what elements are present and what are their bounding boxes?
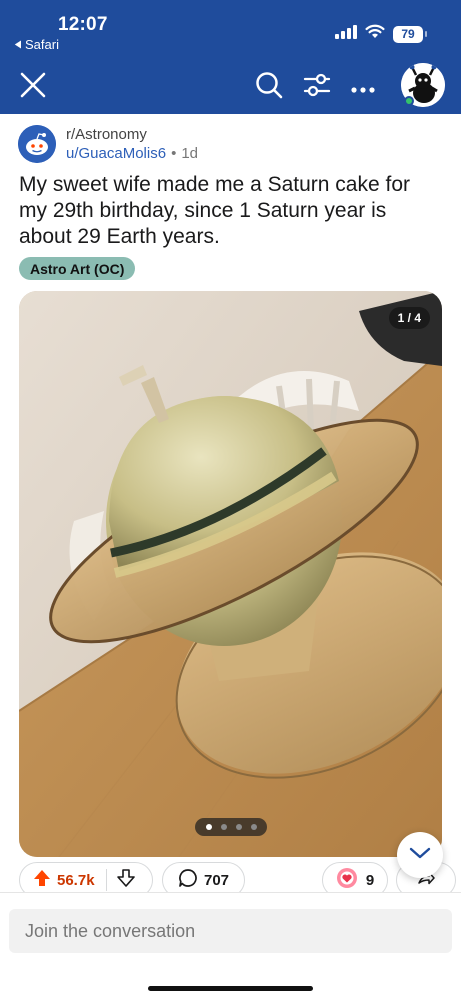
post-meta: u/GuacaMolis6 • 1d xyxy=(66,145,198,162)
back-triangle-icon xyxy=(14,37,22,52)
downvote-arrow-icon xyxy=(116,869,135,891)
carousel-dot[interactable] xyxy=(205,824,212,830)
upvote-count: 56.7k xyxy=(57,871,95,889)
signal-icon xyxy=(335,24,357,44)
post-flair[interactable]: Astro Art (OC) xyxy=(19,257,136,280)
search-button[interactable] xyxy=(252,70,286,104)
vote-divider xyxy=(105,869,107,891)
subreddit-link[interactable]: r/Astronomy xyxy=(66,126,147,143)
close-button[interactable] xyxy=(16,70,50,104)
carousel-dot[interactable] xyxy=(235,824,242,830)
app-header: 12:07 Safari 79 xyxy=(0,0,461,114)
carousel-dot[interactable] xyxy=(220,824,227,830)
status-time: 12:07 xyxy=(58,14,108,35)
post-image-carousel[interactable]: 1 / 4 xyxy=(19,291,442,857)
wifi-icon xyxy=(365,24,385,44)
filter-button[interactable] xyxy=(300,70,334,104)
award-count: 9 xyxy=(365,871,375,889)
collapse-button[interactable] xyxy=(397,832,443,878)
more-options-button[interactable] xyxy=(346,72,380,106)
comment-composer-bar: Join the conversation xyxy=(0,892,461,1000)
downvote-button[interactable] xyxy=(116,869,135,891)
back-label: Safari xyxy=(25,37,59,52)
online-status-dot xyxy=(404,96,414,106)
author-link[interactable]: u/GuacaMolis6 xyxy=(66,145,166,162)
home-indicator[interactable] xyxy=(148,986,313,991)
carousel-dot[interactable] xyxy=(250,824,257,830)
saturn-cake-photo xyxy=(19,291,442,857)
award-icon xyxy=(336,867,358,893)
battery-indicator: 79 xyxy=(393,25,427,43)
comment-bubble-icon xyxy=(178,868,198,892)
back-to-safari[interactable]: Safari xyxy=(14,37,59,52)
status-indicators: 79 xyxy=(335,24,427,44)
post-age: 1d xyxy=(181,145,199,162)
carousel-dots[interactable] xyxy=(195,818,267,836)
upvote-button[interactable] xyxy=(33,869,51,891)
close-icon xyxy=(20,72,46,103)
image-counter: 1 / 4 xyxy=(388,307,430,329)
post-title: My sweet wife made me a Saturn cake for … xyxy=(19,173,410,248)
join-conversation-input[interactable]: Join the conversation xyxy=(9,909,452,953)
search-icon xyxy=(255,71,283,104)
more-icon xyxy=(351,80,375,98)
meta-separator: • xyxy=(171,145,177,162)
chevron-down-icon xyxy=(409,846,431,864)
subreddit-avatar[interactable] xyxy=(18,125,56,163)
filter-icon xyxy=(303,72,331,103)
comment-count: 707 xyxy=(203,871,230,889)
upvote-arrow-icon xyxy=(33,870,51,891)
